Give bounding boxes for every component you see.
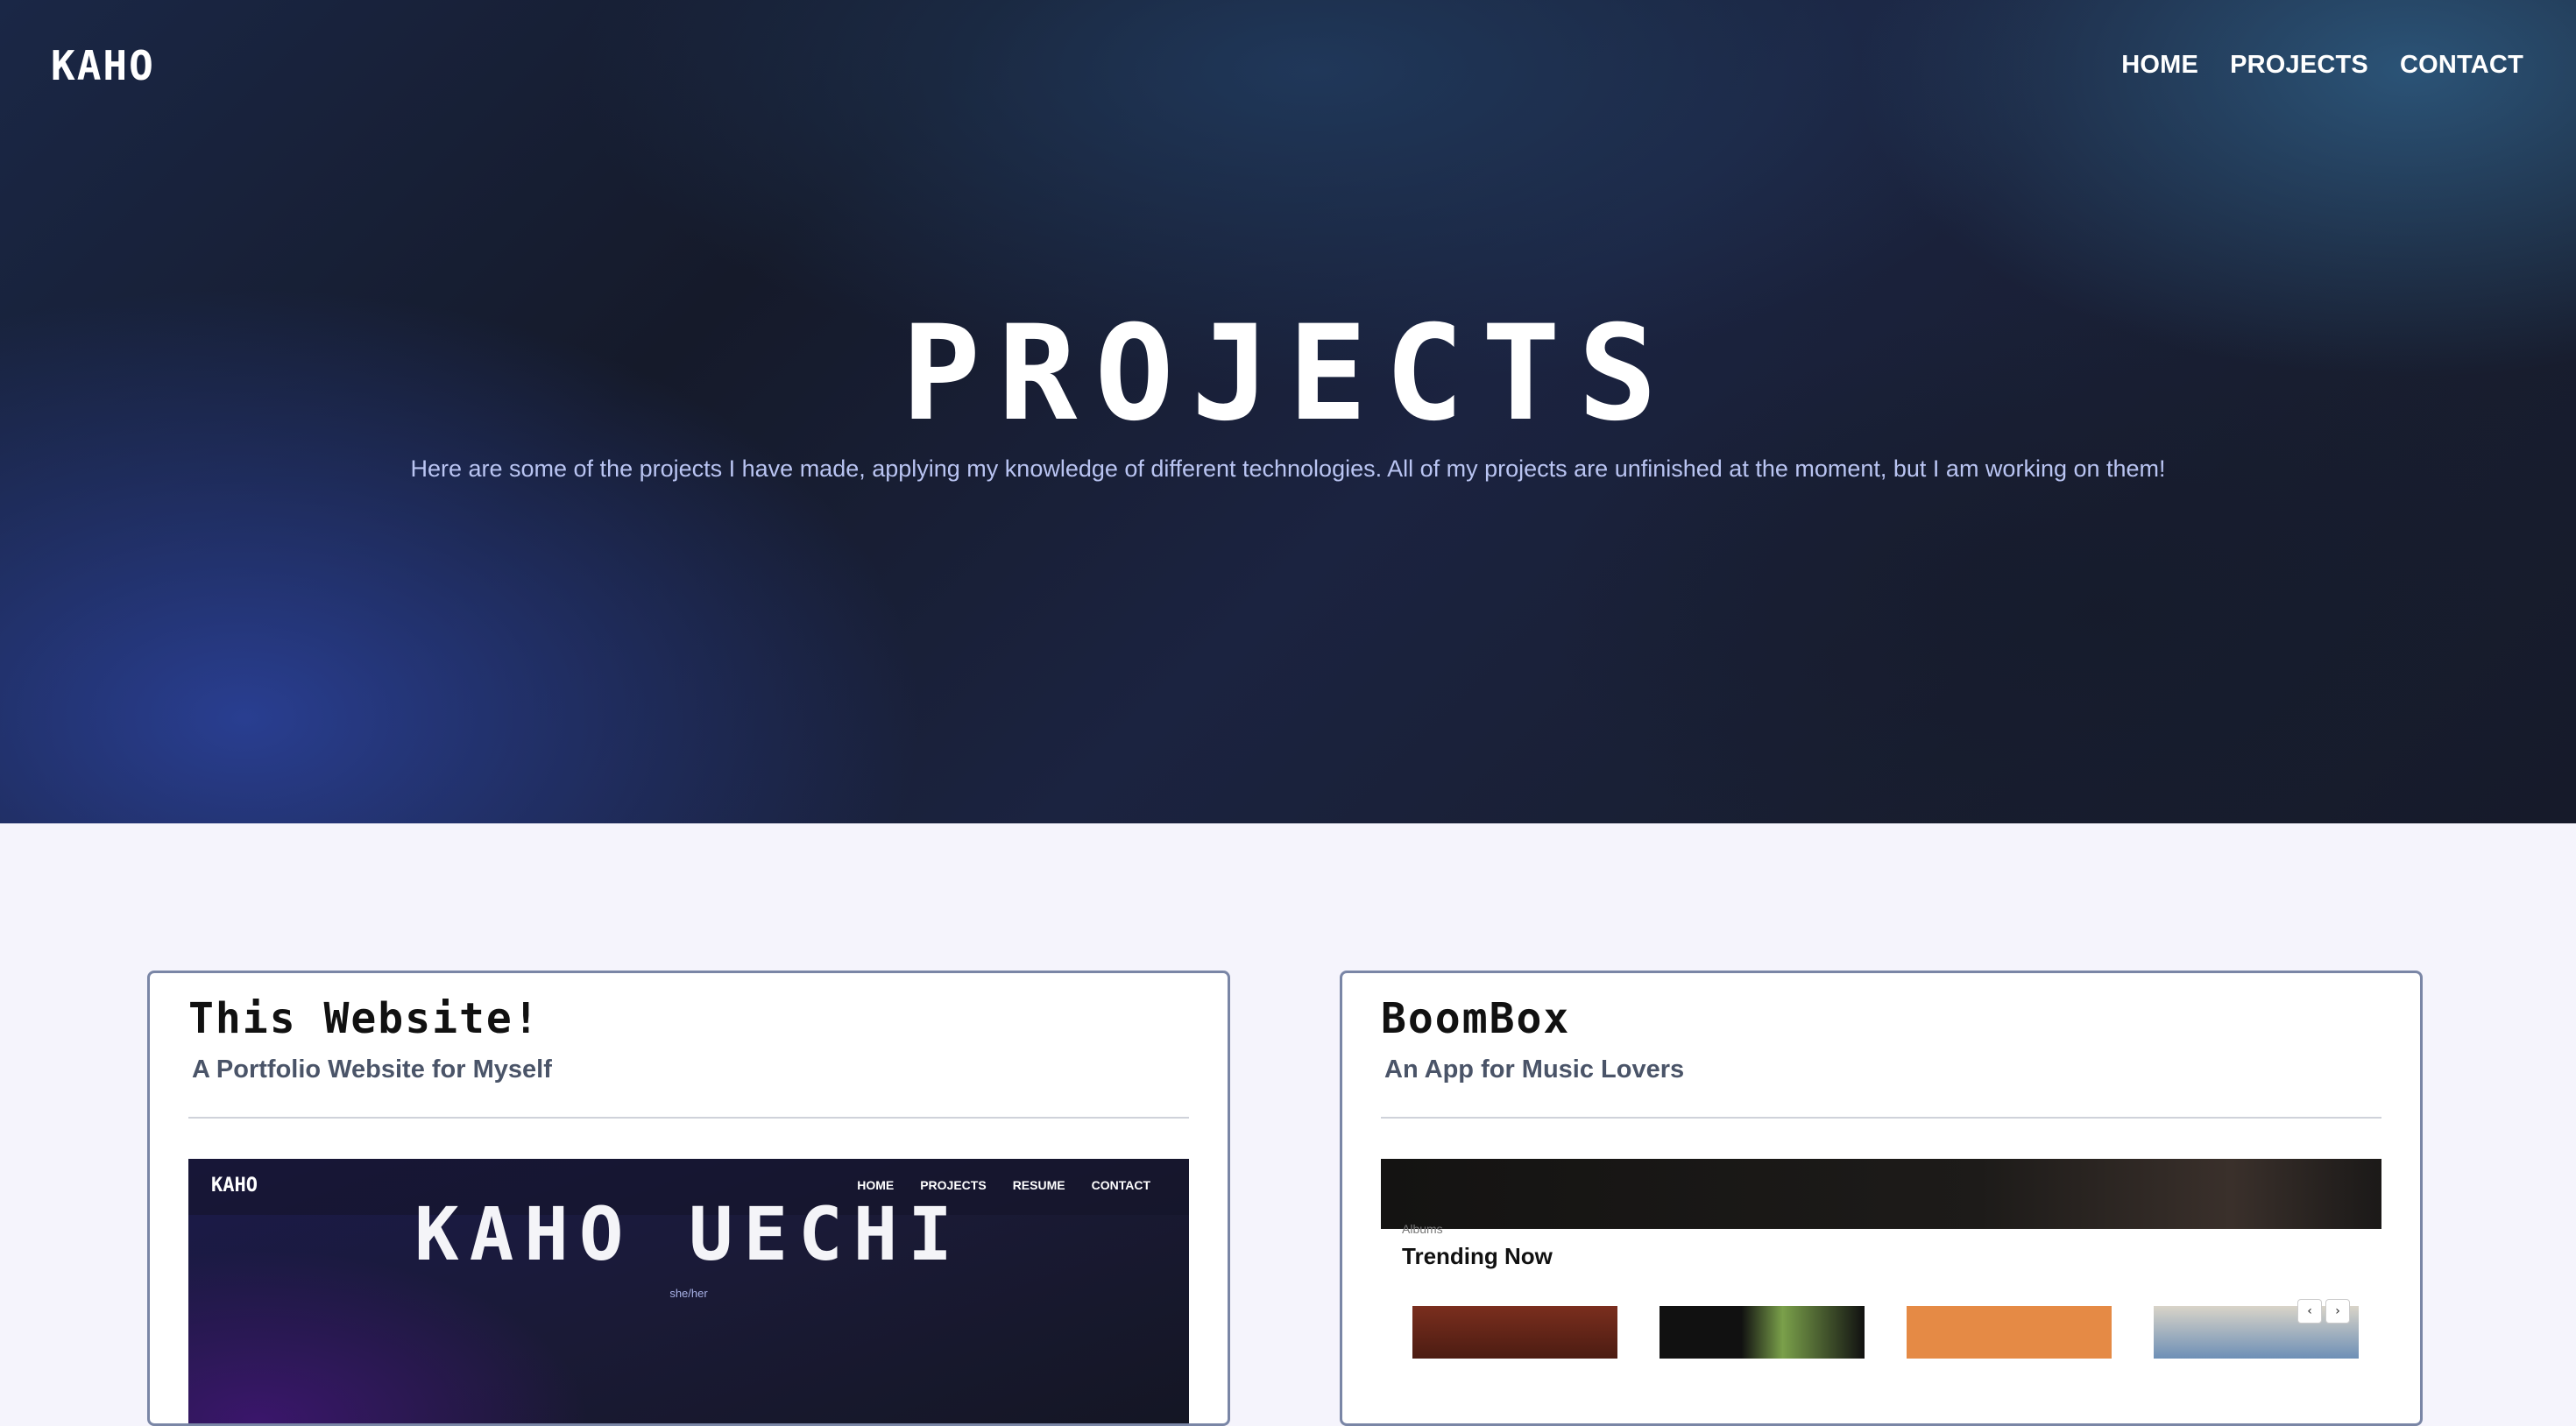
album-cover: [1907, 1306, 2112, 1359]
nav-contact-link[interactable]: CONTACT: [2400, 51, 2523, 80]
nav-home-link[interactable]: HOME: [2121, 51, 2198, 80]
project-preview-image[interactable]: Albums Trending Now ‹ ›: [1381, 1159, 2381, 1423]
project-card-boombox[interactable]: BoomBox An App for Music Lovers Albums T…: [1340, 971, 2423, 1426]
main-nav: HOME PROJECTS CONTACT: [2121, 51, 2523, 80]
project-preview-image[interactable]: KAHO HOME PROJECTS RESUME CONTACT KAHO U…: [188, 1159, 1189, 1423]
preview-nav-links: HOME PROJECTS RESUME CONTACT: [857, 1178, 1150, 1192]
preview-nav-home: HOME: [857, 1178, 895, 1192]
preview-pronouns: she/her: [669, 1287, 708, 1300]
preview-logo: KAHO: [211, 1175, 258, 1197]
preview-nav-projects: PROJECTS: [920, 1178, 987, 1192]
album-cover: [1412, 1306, 1617, 1359]
chevron-right-icon: ›: [2325, 1299, 2350, 1324]
preview-section-heading: Trending Now: [1402, 1243, 1553, 1269]
preview-nav-resume: RESUME: [1012, 1178, 1065, 1192]
project-subtitle: A Portfolio Website for Myself: [192, 1055, 552, 1084]
preview-nav-contact: CONTACT: [1091, 1178, 1150, 1192]
project-card-this-website[interactable]: This Website! A Portfolio Website for My…: [147, 971, 1230, 1426]
project-subtitle: An App for Music Lovers: [1384, 1055, 1685, 1084]
preview-banner: [1381, 1159, 2381, 1229]
page-title: PROJECTS: [901, 298, 1675, 450]
hero-section: KAHO HOME PROJECTS CONTACT PROJECTS Here…: [0, 0, 2576, 823]
project-title: BoomBox: [1381, 994, 1571, 1043]
project-title: This Website!: [188, 994, 541, 1043]
chevron-left-icon: ‹: [2297, 1299, 2322, 1324]
page-subtitle: Here are some of the projects I have mad…: [410, 455, 2166, 482]
preview-heading: KAHO UECHI: [414, 1191, 963, 1277]
site-logo[interactable]: KAHO: [51, 42, 155, 89]
card-divider: [188, 1117, 1189, 1119]
preview-section-label: Albums: [1402, 1222, 1443, 1236]
card-divider: [1381, 1117, 2381, 1119]
nav-projects-link[interactable]: PROJECTS: [2230, 51, 2368, 80]
album-cover: [1660, 1306, 1865, 1359]
